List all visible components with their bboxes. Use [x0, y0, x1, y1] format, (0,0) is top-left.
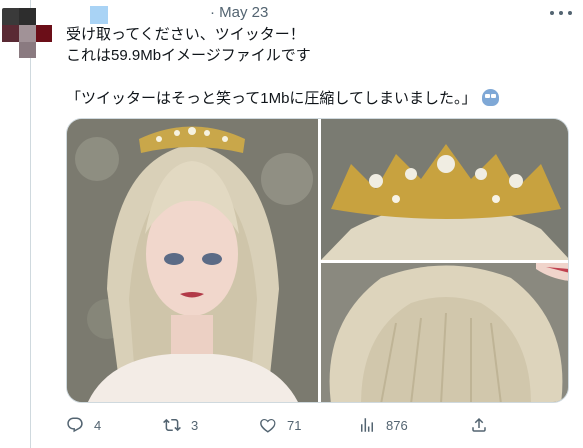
retweet-count: 3 [191, 417, 199, 433]
avatar-pixel [36, 8, 52, 25]
more-icon[interactable] [550, 6, 572, 20]
tweet-text-quote: 「ツイッターはそっと笑って1Mbに圧縮してしまいました。」 [66, 90, 477, 107]
reply-button[interactable]: 4 [66, 414, 101, 436]
media-grid [66, 118, 569, 403]
tweet-text-line: これは59.9Mbイメージファイルです [66, 47, 311, 64]
avatar-pixel [2, 25, 19, 42]
avatar-pixel [19, 42, 36, 58]
avatar[interactable] [2, 8, 52, 58]
photo-doll-front[interactable] [67, 119, 318, 402]
tweet-text-line: 受け取ってください、ツイッター！ [66, 26, 305, 43]
avatar-pixel [36, 42, 52, 58]
photo-hair-closeup[interactable] [321, 263, 568, 402]
like-count: 71 [287, 417, 302, 433]
share-icon [472, 417, 486, 432]
photo-crown-closeup[interactable] [321, 119, 568, 260]
view-count: 876 [386, 417, 408, 433]
tweet-actions: 4 3 71 876 [66, 414, 566, 436]
tweet-card[interactable]: · May 23 受け取ってください、ツイッター！ これは59.9Mbイメージフ… [0, 0, 583, 448]
tweet-text-line-3: 「ツイッターはそっと笑って1Mbに圧縮してしまいました。」 [66, 88, 566, 109]
views-button[interactable]: 876 [358, 414, 408, 436]
thread-line [30, 0, 31, 448]
views-icon [361, 418, 373, 432]
avatar-pixel [19, 25, 36, 42]
retweet-icon [163, 418, 181, 432]
avatar-pixel [2, 42, 19, 58]
tweet-text: 受け取ってください、ツイッター！ これは59.9Mbイメージファイルです 「ツイ… [66, 24, 566, 109]
share-button[interactable] [470, 414, 498, 436]
like-button[interactable]: 71 [259, 414, 301, 436]
reply-icon [67, 417, 83, 433]
retweet-button[interactable]: 3 [163, 414, 198, 436]
avatar-pixel [19, 8, 36, 25]
tweet-date[interactable]: · May 23 [210, 4, 268, 21]
avatar-pixel [36, 25, 52, 42]
avatar-pixel [2, 8, 19, 25]
robot-face-icon [482, 89, 500, 106]
reply-count: 4 [94, 417, 102, 433]
heart-icon [260, 418, 276, 433]
display-name-redacted[interactable] [90, 6, 108, 24]
